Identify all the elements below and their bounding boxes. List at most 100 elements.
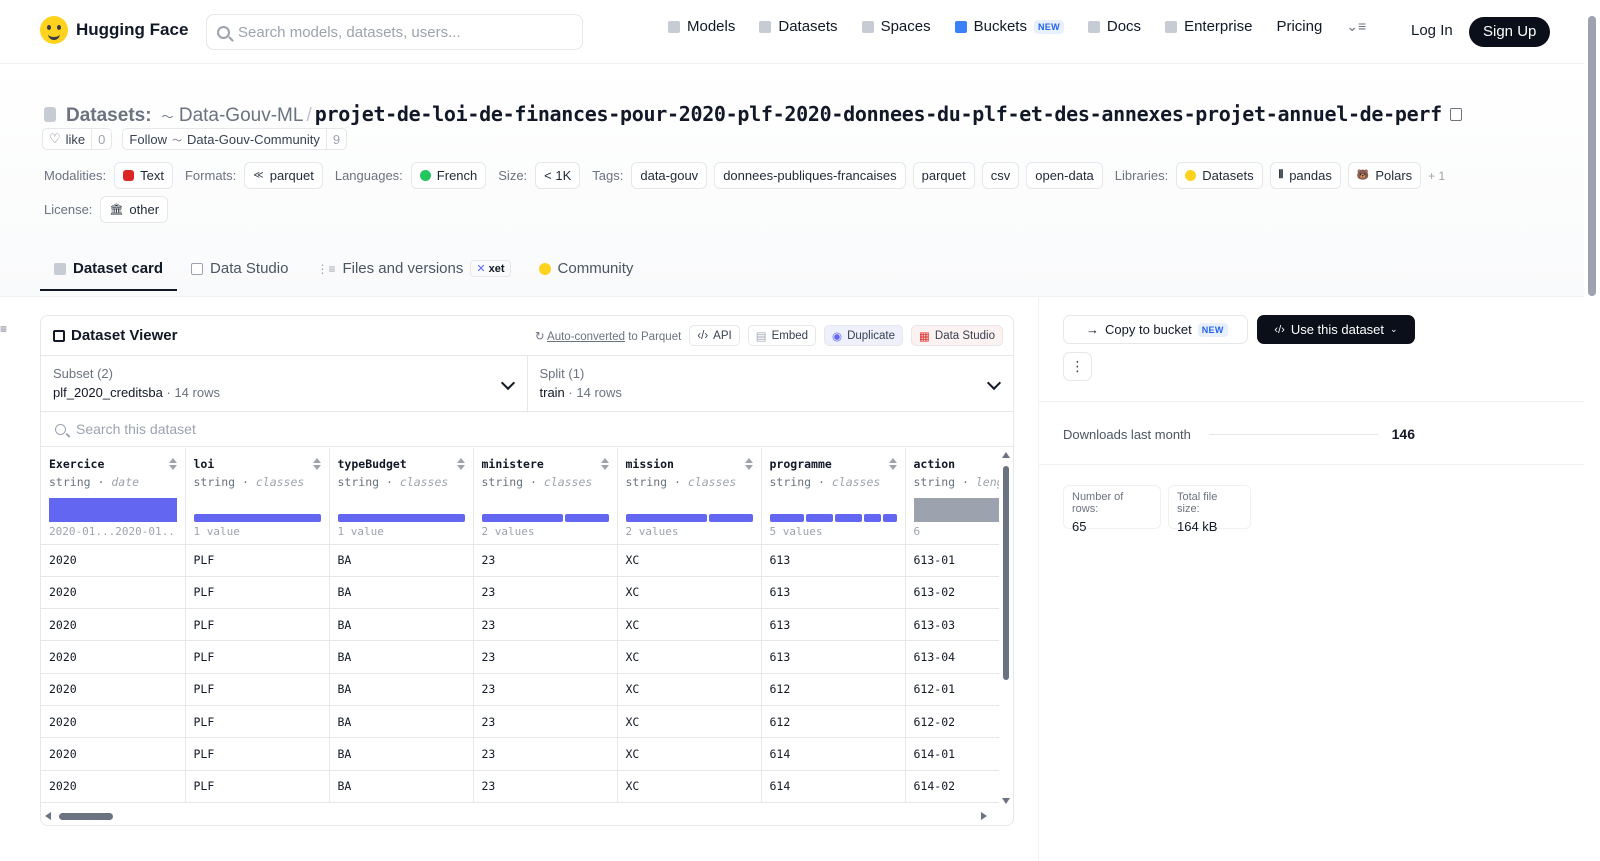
table-cell[interactable]: 23 (473, 737, 618, 771)
nav-models[interactable]: Models (668, 18, 735, 35)
table-cell[interactable]: BA (329, 737, 474, 771)
table-cell[interactable]: 2020 (41, 544, 186, 577)
table-cell[interactable]: 2020 (41, 608, 186, 642)
scroll-up-icon[interactable] (1002, 452, 1010, 458)
table-row[interactable]: 2020 PLF BA 23 XC 613 613-04 (41, 640, 1013, 674)
tab-community[interactable]: Community (525, 248, 648, 289)
scroll-left-icon[interactable] (45, 812, 51, 820)
table-row[interactable]: 2020 PLF BA 23 XC 612 612-01 (41, 673, 1013, 706)
tag-item[interactable]: parquet (912, 162, 975, 189)
org-link[interactable]: 〜 Data-Gouv-ML (162, 105, 304, 127)
table-cell[interactable]: 613-03 (905, 608, 1013, 642)
copy-to-bucket-button[interactable]: → Copy to bucket NEW (1063, 315, 1248, 344)
tag-format-parquet[interactable]: ≪ parquet (244, 162, 323, 189)
tag-item[interactable]: data-gouv (631, 162, 708, 189)
table-cell[interactable]: PLF (185, 544, 330, 577)
more-options-button[interactable]: ⋮ (1063, 352, 1092, 381)
column-header[interactable]: action string · leng 6 (905, 448, 1013, 545)
table-cell[interactable]: XC (617, 640, 762, 674)
dataset-search-input[interactable]: Search this dataset (41, 412, 1013, 447)
page-scrollbar[interactable] (1584, 0, 1600, 861)
table-cell[interactable]: PLF (185, 608, 330, 642)
table-cell[interactable]: 612-02 (905, 705, 1013, 739)
table-cell[interactable]: 613 (761, 576, 906, 610)
nav-enterprise[interactable]: Enterprise (1165, 18, 1252, 35)
brand-logo[interactable]: Hugging Face (40, 16, 188, 44)
table-cell[interactable]: 2020 (41, 770, 186, 803)
histogram-bar[interactable] (769, 514, 804, 522)
table-cell[interactable]: XC (617, 544, 762, 577)
histogram-bar[interactable] (564, 514, 609, 522)
table-cell[interactable]: XC (617, 673, 762, 706)
repo-name[interactable]: projet-de-loi-de-finances-pour-2020-plf-… (315, 102, 1442, 126)
column-header[interactable]: programme string · classes 5 values (761, 448, 906, 545)
column-header[interactable]: ministere string · classes 2 values (473, 448, 618, 545)
page-scroll-thumb[interactable] (1588, 16, 1596, 296)
table-cell[interactable]: BA (329, 705, 474, 739)
table-cell[interactable]: 614 (761, 737, 906, 771)
libraries-more[interactable]: + 1 (1428, 169, 1445, 183)
table-cell[interactable]: BA (329, 576, 474, 610)
tag-item[interactable]: donnees-publiques-francaises (714, 162, 906, 189)
data-studio-button[interactable]: ▦ Data Studio (911, 325, 1003, 346)
sort-icon[interactable] (312, 458, 321, 470)
use-this-dataset-button[interactable]: ‹/› Use this dataset ⌄ (1257, 315, 1415, 344)
table-cell[interactable]: 2020 (41, 737, 186, 771)
auto-converted-link[interactable]: Auto-converted (547, 331, 625, 343)
histogram-bar[interactable] (337, 514, 465, 522)
table-cell[interactable]: BA (329, 673, 474, 706)
tag-license[interactable]: 🏛 other (100, 196, 169, 223)
histogram-bar[interactable] (193, 514, 321, 522)
table-cell[interactable]: 614-01 (905, 737, 1013, 771)
table-cell[interactable]: 2020 (41, 576, 186, 610)
table-cell[interactable]: PLF (185, 640, 330, 674)
table-row[interactable]: 2020 PLF BA 23 XC 614 614-01 (41, 737, 1013, 771)
table-cell[interactable]: 23 (473, 705, 618, 739)
table-cell[interactable]: 23 (473, 640, 618, 674)
scroll-thumb[interactable] (59, 813, 113, 820)
tag-language-french[interactable]: French (410, 162, 487, 189)
table-cell[interactable]: 23 (473, 673, 618, 706)
signup-button[interactable]: Sign Up (1469, 17, 1551, 47)
table-row[interactable]: 2020 PLF BA 23 XC 613 613-02 (41, 576, 1013, 610)
column-histogram[interactable] (337, 498, 465, 522)
table-cell[interactable]: XC (617, 705, 762, 739)
sort-icon[interactable] (888, 458, 897, 470)
table-cell[interactable]: 23 (473, 608, 618, 642)
table-cell[interactable]: 23 (473, 770, 618, 803)
tab-dataset-card[interactable]: Dataset card (40, 248, 178, 291)
scroll-down-icon[interactable] (1002, 798, 1010, 804)
subset-select[interactable]: Subset (2) plf_2020_creditsba · 14 rows (41, 356, 527, 411)
global-search-input[interactable]: Search models, datasets, users... (206, 14, 583, 50)
histogram-bar[interactable] (49, 498, 177, 522)
tag-library-polars[interactable]: 🐻 Polars (1347, 162, 1422, 189)
table-row[interactable]: 2020 PLF BA 23 XC 613 613-01 (41, 544, 1013, 577)
table-cell[interactable]: BA (329, 608, 474, 642)
table-cell[interactable]: 613-04 (905, 640, 1013, 674)
scroll-thumb[interactable] (1003, 466, 1009, 680)
embed-button[interactable]: ▤ Embed (747, 325, 817, 346)
table-cell[interactable]: 613-01 (905, 544, 1013, 577)
column-header[interactable]: mission string · classes 2 values (617, 448, 762, 545)
column-header[interactable]: typeBudget string · classes 1 value (329, 448, 474, 545)
nav-buckets[interactable]: Buckets NEW (954, 18, 1064, 35)
tag-item[interactable]: open-data (1026, 162, 1103, 189)
tab-files[interactable]: ⋮≡ Files and versions ✕ xet (302, 248, 524, 289)
table-cell[interactable]: 613-02 (905, 576, 1013, 610)
nav-docs[interactable]: Docs (1087, 18, 1141, 35)
tag-size[interactable]: < 1K (535, 162, 581, 189)
tag-modality-text[interactable]: Text (114, 162, 173, 189)
login-link[interactable]: Log In (1411, 22, 1453, 39)
histogram-bar[interactable] (805, 514, 833, 522)
table-cell[interactable]: 612-01 (905, 673, 1013, 706)
histogram-bar[interactable] (708, 514, 753, 522)
table-horizontal-scrollbar[interactable] (41, 806, 999, 825)
nav-spaces[interactable]: Spaces (861, 18, 931, 35)
scroll-right-icon[interactable] (981, 812, 987, 820)
column-header[interactable]: loi string · classes 1 value (185, 448, 330, 545)
column-header[interactable]: Exercice string · date 2020-01... 2020-01..… (41, 448, 186, 545)
like-button[interactable]: ♡ like 0 (42, 128, 113, 150)
tag-library-datasets[interactable]: Datasets (1176, 162, 1263, 189)
sort-icon[interactable] (456, 458, 465, 470)
table-cell[interactable]: 613 (761, 608, 906, 642)
